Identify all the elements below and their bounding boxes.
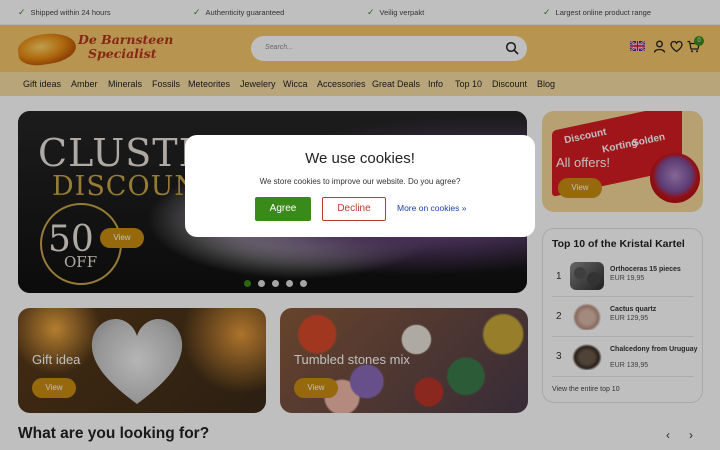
cookie-text: We store cookies to improve our website.… [259,177,461,186]
more-on-cookies-link[interactable]: More on cookies » [397,203,466,213]
cookie-title: We use cookies! [305,150,415,167]
cookie-modal: We use cookies! We store cookies to impr… [185,135,535,237]
agree-button[interactable]: Agree [255,197,311,221]
decline-button[interactable]: Decline [322,197,386,221]
